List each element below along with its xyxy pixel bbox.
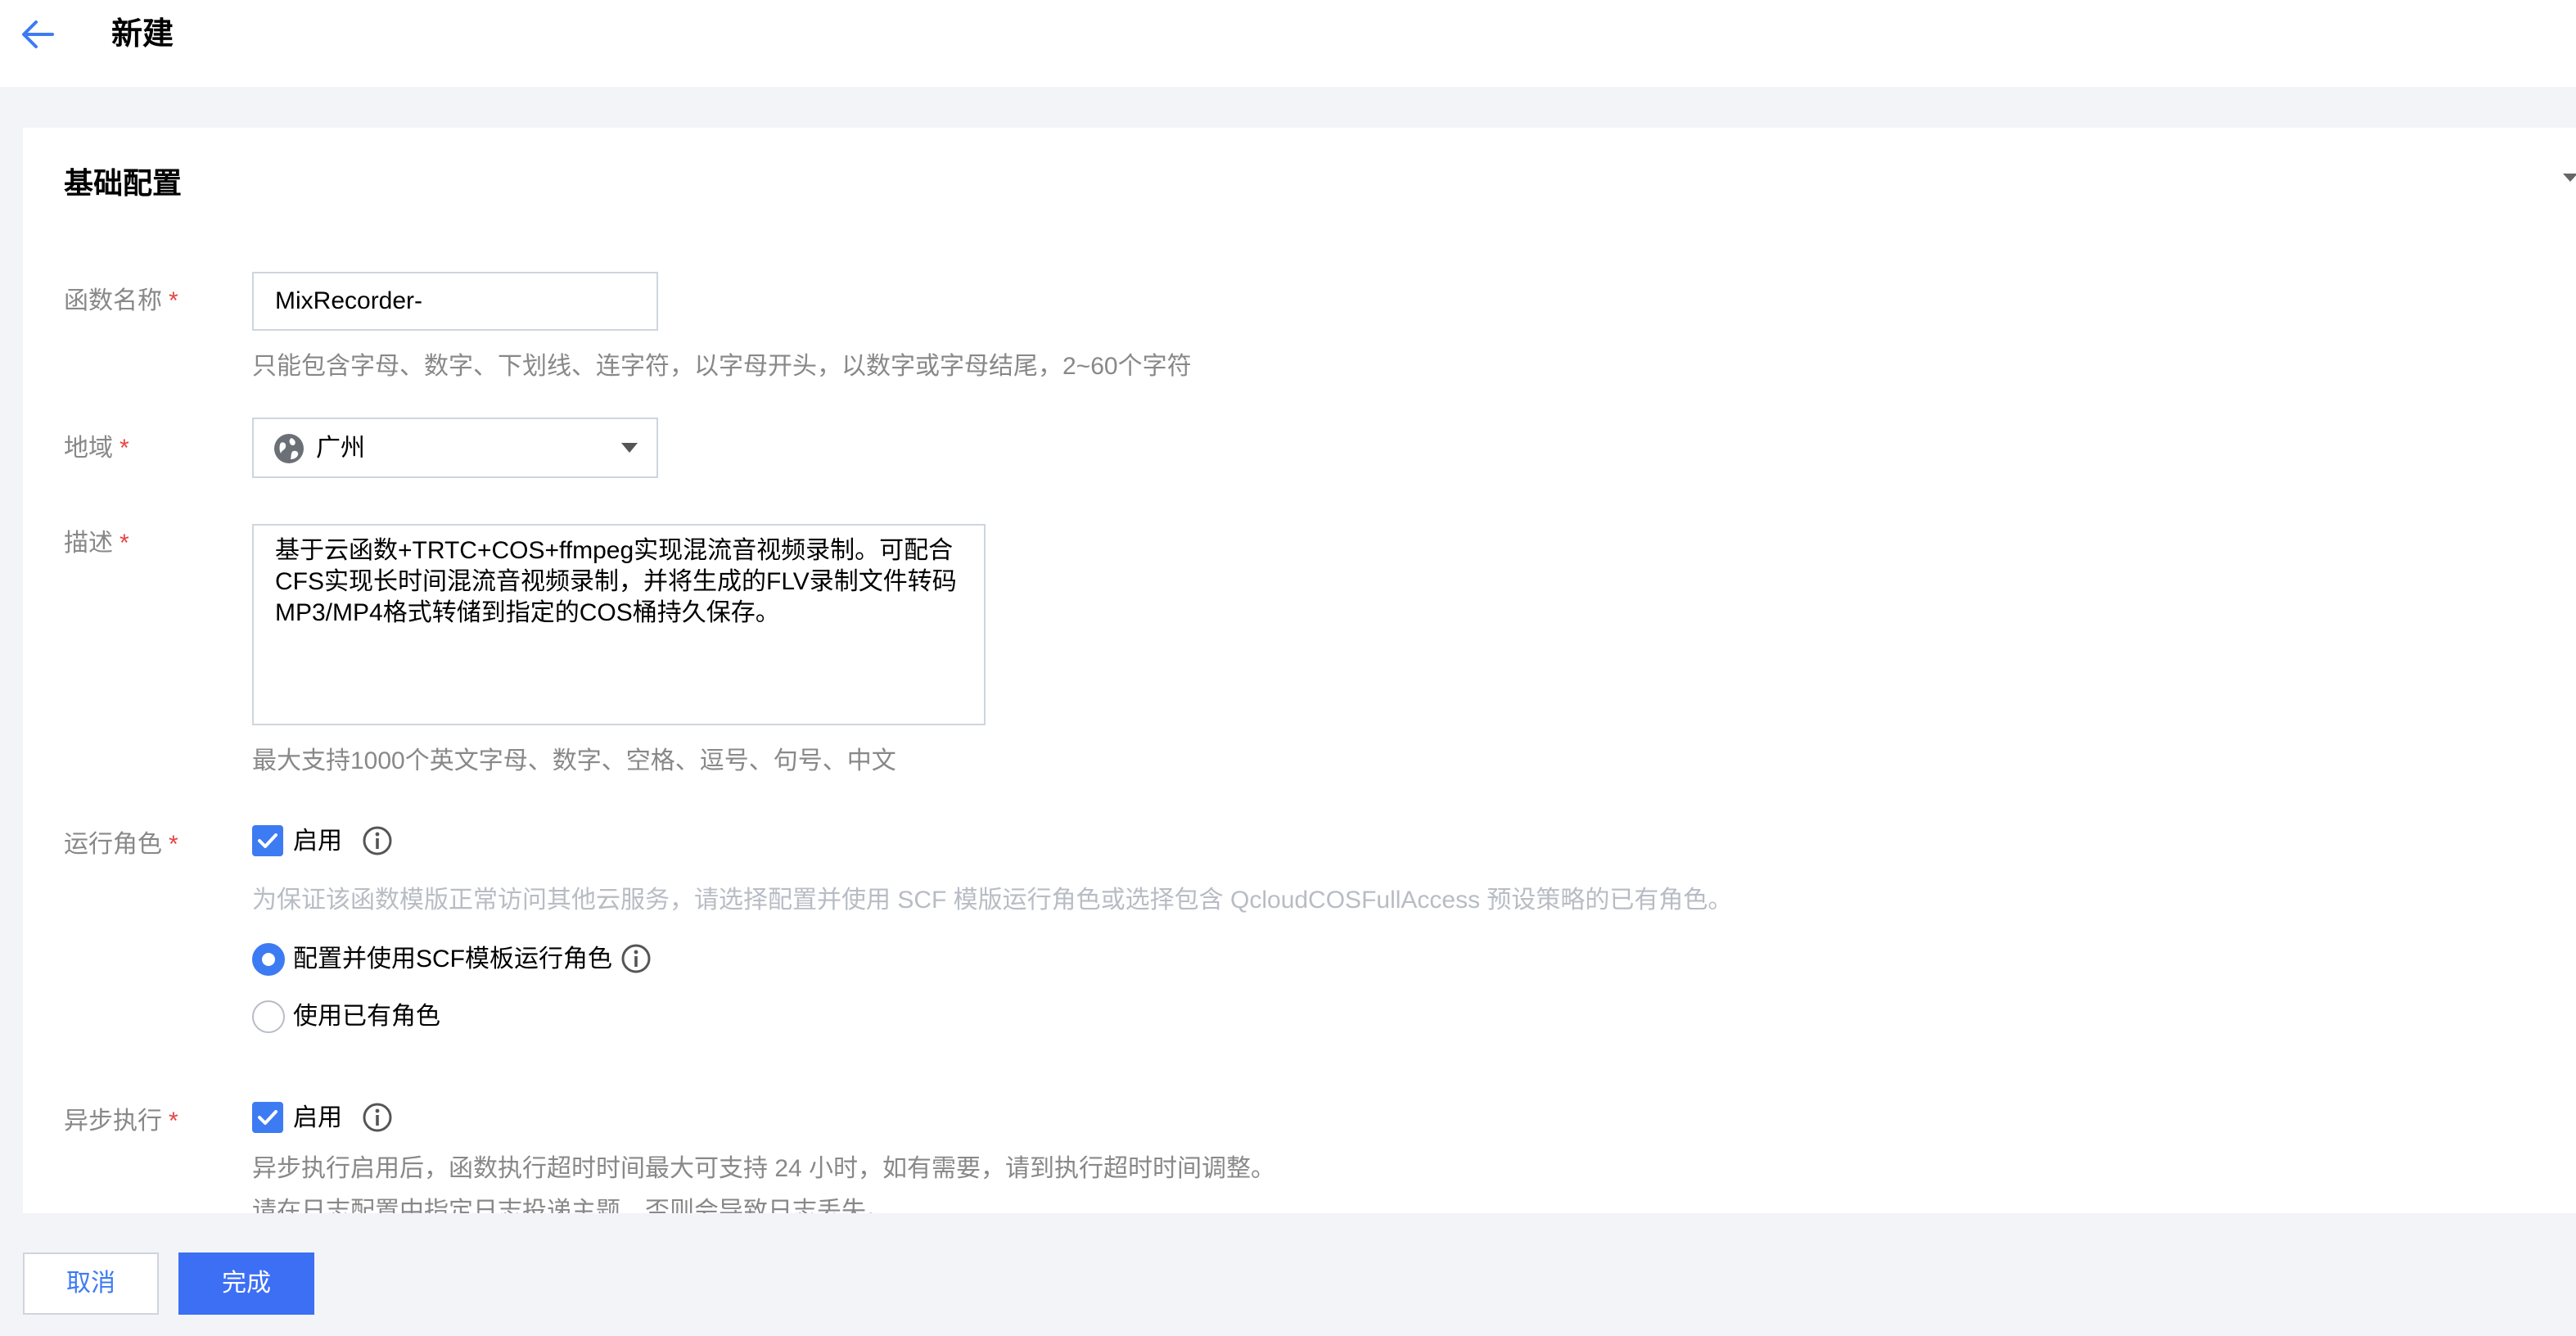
radio-label-existing-role: 使用已有角色: [293, 1003, 440, 1030]
section-title: 基础配置: [64, 166, 183, 200]
info-icon[interactable]: [362, 825, 393, 856]
async-exec-hint-2: 请在日志配置中指定日志投递主题，否则会导致日志丢失。: [252, 1198, 891, 1213]
function-name-hint: 只能包含字母、数字、下划线、连字符，以字母开头，以数字或字母结尾，2~60个字符: [252, 353, 1192, 380]
description-label-text: 描述: [64, 530, 113, 557]
required-mark: *: [169, 287, 178, 314]
function-name-label: 函数名称 *: [64, 283, 178, 319]
async-exec-label-text: 异步执行: [64, 1108, 162, 1135]
region-select[interactable]: 广州: [252, 418, 658, 478]
info-icon[interactable]: [620, 943, 652, 974]
page-title: 新建: [111, 17, 174, 52]
collapse-caret-icon[interactable]: [2563, 170, 2576, 185]
region-label-text: 地域: [64, 435, 113, 462]
async-exec-checkbox[interactable]: [252, 1102, 283, 1133]
run-role-checkbox[interactable]: [252, 825, 283, 856]
checkmark-icon: [258, 1110, 277, 1125]
cancel-button[interactable]: 取消: [23, 1252, 159, 1315]
required-mark: *: [169, 1108, 178, 1135]
required-mark: *: [120, 435, 129, 462]
async-exec-label: 异步执行 *: [64, 1104, 178, 1140]
checkmark-icon: [258, 833, 277, 848]
run-role-label: 运行角色 *: [64, 827, 178, 863]
run-role-hint: 为保证该函数模版正常访问其他云服务，请选择配置并使用 SCF 模版运行角色或选择…: [252, 887, 1733, 914]
info-icon[interactable]: [362, 1102, 393, 1133]
region-select-value: 广州: [316, 435, 365, 462]
confirm-button[interactable]: 完成: [178, 1252, 314, 1315]
chevron-down-icon: [621, 443, 638, 453]
page-header: 新建: [0, 0, 2576, 87]
radio-use-existing-role[interactable]: [252, 1000, 285, 1033]
required-mark: *: [120, 530, 129, 557]
description-label: 描述 *: [64, 526, 129, 562]
function-name-input[interactable]: MixRecorder-: [252, 272, 658, 331]
description-textarea[interactable]: 基于云函数+TRTC+COS+ffmpeg实现混流音视频录制。可配合CFS实现长…: [252, 524, 986, 725]
region-label: 地域 *: [64, 431, 129, 467]
basic-config-card: 基础配置 函数名称 * MixRecorder- 只能包含字母、数字、下划线、连字…: [23, 128, 2576, 1213]
async-exec-enable-label: 启用: [293, 1104, 342, 1131]
async-exec-hint: 异步执行启用后，函数执行超时时间最大可支持 24 小时，如有需要，请到执行超时时…: [252, 1155, 1276, 1182]
description-hint: 最大支持1000个英文字母、数字、空格、逗号、句号、中文: [252, 747, 896, 774]
run-role-enable-label: 启用: [293, 828, 342, 855]
run-role-label-text: 运行角色: [64, 831, 162, 858]
back-arrow-icon[interactable]: [20, 18, 56, 51]
function-name-label-text: 函数名称: [64, 287, 162, 314]
radio-label-scf-template-role: 配置并使用SCF模板运行角色: [293, 946, 612, 973]
required-mark: *: [169, 831, 178, 858]
globe-icon: [274, 434, 304, 463]
radio-use-scf-template-role[interactable]: [252, 943, 285, 976]
